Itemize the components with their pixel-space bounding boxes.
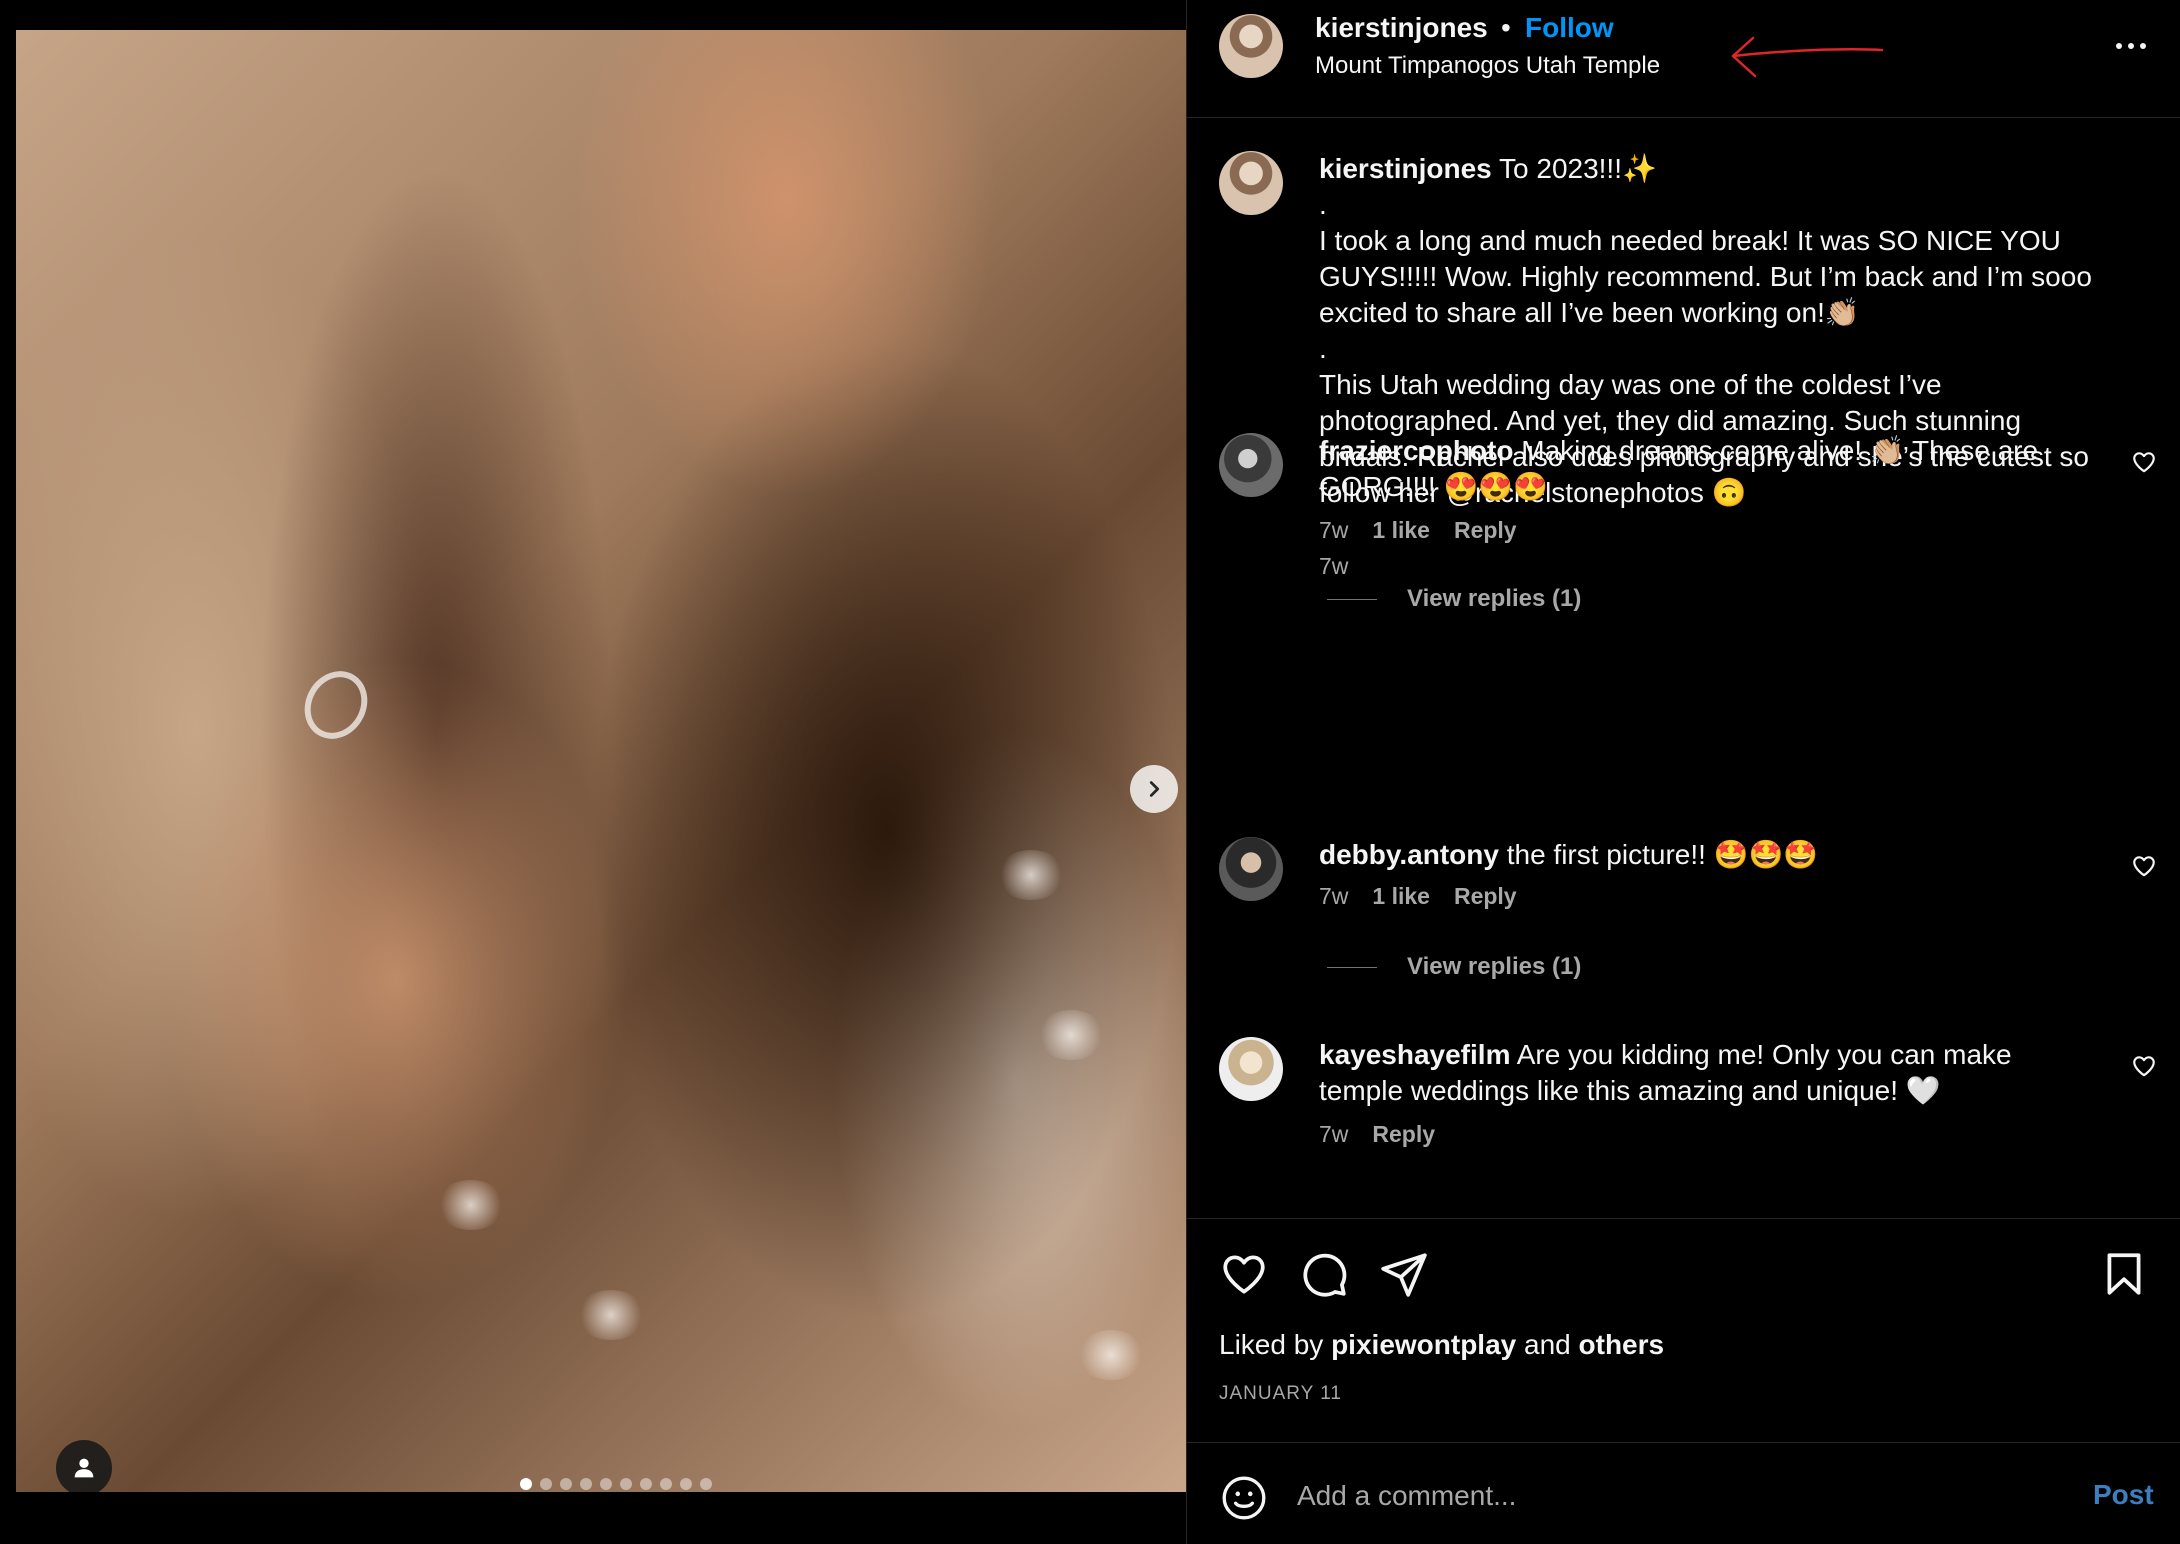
commenter-username[interactable]: debby.antony [1319,839,1499,870]
share-send-icon[interactable] [1379,1249,1429,1299]
carousel-dot [700,1478,712,1490]
carousel-dot [560,1478,572,1490]
lace-detail [436,1180,506,1230]
carousel-dot [680,1478,692,1490]
comment-text: debby.antony the first picture!! 🤩🤩🤩 [1319,837,2079,873]
comment-input[interactable] [1297,1471,2017,1521]
lace-detail [1076,1330,1146,1380]
post-photo[interactable] [16,30,1186,1492]
author-avatar[interactable] [1219,14,1283,78]
post-location[interactable]: Mount Timpanogos Utah Temple [1315,52,1660,80]
carousel-indicator [520,1478,712,1490]
carousel-dot [660,1478,672,1490]
like-heart-icon[interactable] [1219,1249,1269,1299]
annotation-arrow-icon [1731,36,1884,78]
comment-meta: 7w 1 like Reply [1319,883,1517,910]
liked-by-and: and [1524,1329,1571,1360]
caption-username[interactable]: kierstinjones [1319,153,1492,184]
carousel-dot [540,1478,552,1490]
commenter-avatar[interactable] [1219,837,1283,901]
view-replies-label: View replies (1) [1407,585,1582,612]
view-replies-button[interactable]: View replies (1) [1327,953,1581,981]
commenter-avatar[interactable] [1219,1037,1283,1101]
reply-button[interactable]: Reply [1454,517,1517,544]
caption-avatar[interactable] [1219,151,1283,215]
tagged-users-button[interactable] [56,1440,112,1492]
lace-detail [576,1290,646,1340]
post-comment-button[interactable]: Post [2093,1479,2154,1511]
more-dot [2116,43,2122,49]
user-icon [74,1458,94,1478]
commenter-username[interactable]: kayeshayefilm [1319,1039,1510,1070]
more-dot [2128,43,2134,49]
comment-likes[interactable]: 1 like [1372,883,1430,910]
commenter-avatar[interactable] [1219,433,1283,497]
liked-by-user[interactable]: pixiewontplay [1331,1329,1516,1360]
view-replies-button[interactable]: View replies (1) [1327,585,1581,613]
caption-first-line: To 2023!!!✨ [1499,153,1657,184]
carousel-dot [600,1478,612,1490]
comment-text: fraziercophoto Making dreams come alive!… [1319,433,2079,505]
liked-by-others[interactable]: others [1579,1329,1665,1360]
liked-by: Liked by pixiewontplay and others [1219,1329,1664,1361]
post-actions: Liked by pixiewontplay and others JANUAR… [1187,1218,2180,1442]
replies-divider [1327,966,1377,968]
emoji-icon[interactable] [1219,1473,1269,1523]
reply-button[interactable]: Reply [1372,1121,1435,1148]
comment-meta: 7w Reply [1319,1121,1435,1148]
engagement-ring [292,659,380,751]
carousel-dot [640,1478,652,1490]
lace-detail [1036,1010,1106,1060]
comment-time[interactable]: 7w [1319,517,1348,544]
comment-body: the first picture!! 🤩🤩🤩 [1506,839,1819,870]
heart-icon[interactable] [2131,449,2157,475]
follow-button[interactable]: Follow [1525,12,1614,44]
comment-likes[interactable]: 1 like [1372,517,1430,544]
separator-dot: • [1501,12,1511,43]
chevron-right-icon [1149,781,1160,797]
bookmark-icon[interactable] [2099,1249,2149,1299]
lace-detail [996,850,1066,900]
liked-by-prefix: Liked by [1219,1329,1324,1360]
more-options-button[interactable] [2107,28,2155,64]
replies-divider [1327,598,1377,600]
comments-section[interactable]: kierstinjones To 2023!!!✨ . I took a lon… [1187,119,2180,1219]
comment-time[interactable]: 7w [1319,1121,1348,1148]
post-details-panel: kierstinjones • Follow Mount Timpanogos … [1186,0,2180,1544]
heart-icon[interactable] [2131,853,2157,879]
comment-time[interactable]: 7w [1319,883,1348,910]
carousel-dot [580,1478,592,1490]
commenter-username[interactable]: fraziercophoto [1319,435,1513,466]
author-username[interactable]: kierstinjones [1315,12,1488,44]
carousel-dot [520,1478,532,1490]
post-header: kierstinjones • Follow Mount Timpanogos … [1187,0,2180,118]
caption-timestamp[interactable]: 7w [1319,553,1348,580]
add-comment-bar: Post [1187,1442,2180,1544]
comment-bubble-icon[interactable] [1299,1249,1349,1299]
more-dot [2140,43,2146,49]
reply-button[interactable]: Reply [1454,883,1517,910]
heart-icon[interactable] [2131,1053,2157,1079]
next-photo-button[interactable] [1130,765,1178,813]
view-replies-label: View replies (1) [1407,953,1582,980]
post-date[interactable]: JANUARY 11 [1219,1383,1342,1405]
comment-text: kayeshayefilm Are you kidding me! Only y… [1319,1037,2079,1109]
comment-meta: 7w 1 like Reply [1319,517,1517,544]
carousel-dot [620,1478,632,1490]
